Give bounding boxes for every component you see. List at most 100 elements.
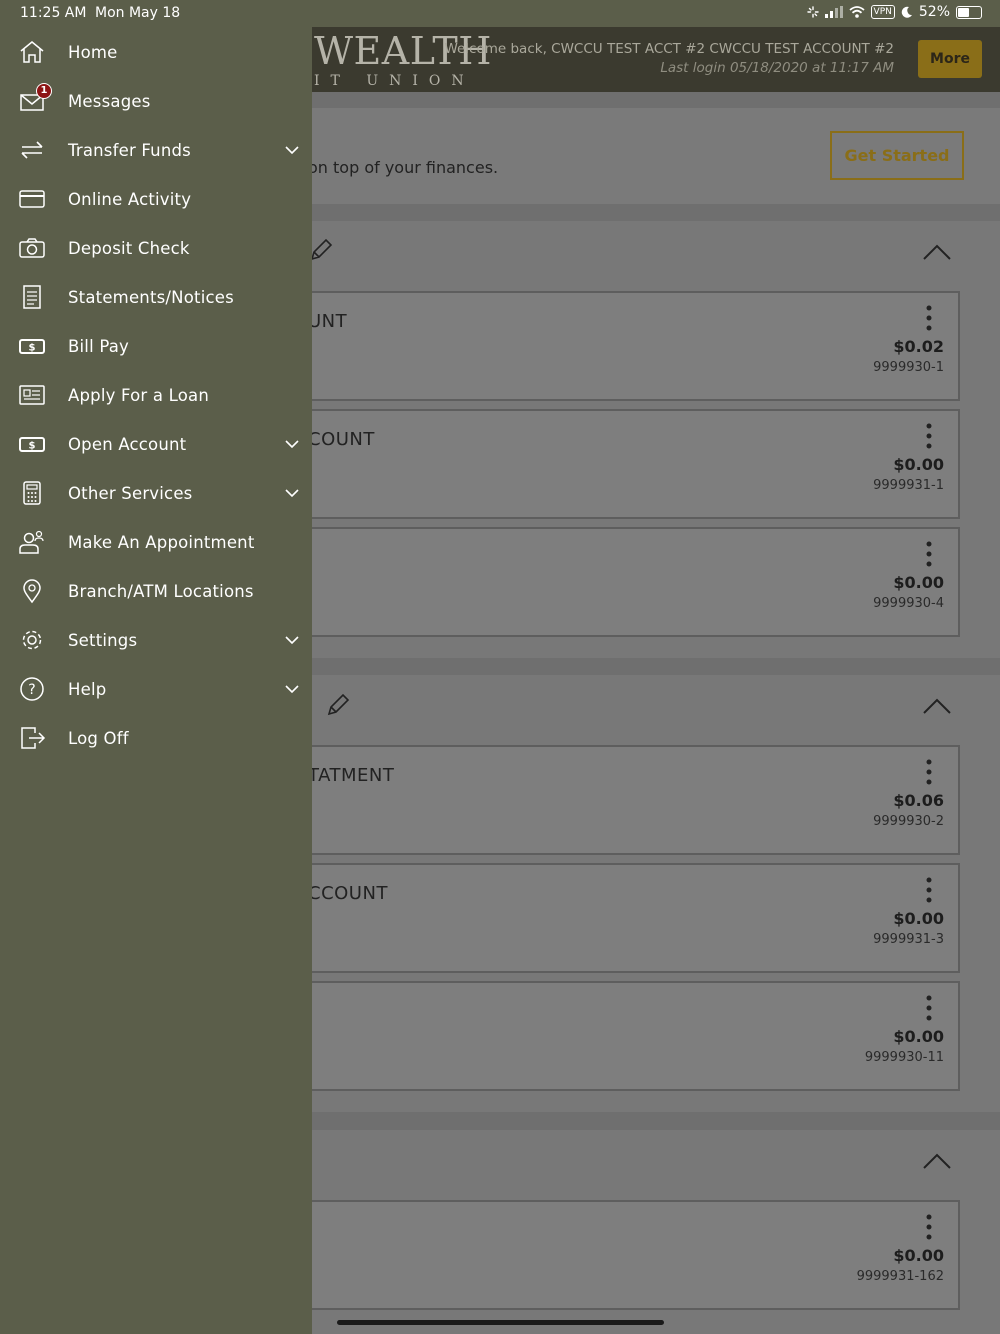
more-button[interactable]: More bbox=[918, 40, 982, 78]
svg-text:$: $ bbox=[29, 441, 36, 452]
account-number: 9999930-2 bbox=[873, 814, 944, 829]
menu-label: Transfer Funds bbox=[68, 141, 191, 160]
account-number: 9999931-162 bbox=[856, 1269, 944, 1284]
menu-item-log-off[interactable]: Log Off bbox=[0, 716, 312, 760]
kebab-menu-icon[interactable] bbox=[926, 541, 932, 567]
menu-item-apply-for-a-loan[interactable]: Apply For a Loan bbox=[0, 373, 312, 417]
menu-label: Online Activity bbox=[68, 190, 192, 209]
chevron-up-icon[interactable] bbox=[922, 697, 952, 715]
menu-label: Help bbox=[68, 680, 107, 699]
account-balance: $0.00 bbox=[893, 909, 944, 928]
menu-item-deposit-check[interactable]: Deposit Check bbox=[0, 226, 312, 270]
account-number: 9999931-1 bbox=[873, 478, 944, 493]
kebab-menu-icon[interactable] bbox=[926, 877, 932, 903]
status-icons: VPN 52% bbox=[806, 4, 982, 20]
last-login-text: Last login 05/18/2020 at 11:17 AM bbox=[660, 60, 894, 76]
document-icon bbox=[23, 285, 41, 309]
vpn-badge: VPN bbox=[870, 5, 895, 19]
menu-item-messages[interactable]: 1 Messages bbox=[0, 79, 312, 123]
account-balance: $0.00 bbox=[893, 455, 944, 474]
chevron-down-icon bbox=[285, 489, 299, 498]
chevron-down-icon bbox=[285, 146, 299, 155]
home-indicator[interactable] bbox=[337, 1320, 664, 1325]
account-name: UNT bbox=[308, 311, 348, 332]
account-name: CCOUNT bbox=[308, 883, 388, 904]
battery-icon bbox=[956, 5, 982, 19]
menu-label: Statements/Notices bbox=[68, 288, 234, 307]
kebab-menu-icon[interactable] bbox=[926, 305, 932, 331]
menu-label: Apply For a Loan bbox=[68, 386, 209, 405]
loading-spinner-icon bbox=[806, 6, 819, 18]
menu-label: Log Off bbox=[68, 729, 129, 748]
menu-item-make-an-appointment[interactable]: Make An Appointment bbox=[0, 520, 312, 564]
calculator-icon bbox=[23, 481, 41, 505]
kebab-menu-icon[interactable] bbox=[926, 1214, 932, 1240]
account-number: 9999930-11 bbox=[864, 1050, 944, 1065]
account-balance: $0.00 bbox=[893, 573, 944, 592]
chevron-down-icon bbox=[285, 636, 299, 645]
menu-label: Make An Appointment bbox=[68, 533, 255, 552]
account-number: 9999930-1 bbox=[873, 360, 944, 375]
transfer-arrows-icon bbox=[21, 141, 43, 159]
menu-label: Open Account bbox=[68, 435, 187, 454]
menu-label: Branch/ATM Locations bbox=[68, 582, 254, 601]
gear-icon bbox=[22, 630, 42, 650]
menu-item-help[interactable]: ? Help bbox=[0, 667, 312, 711]
chevron-up-icon[interactable] bbox=[922, 1152, 952, 1170]
banner-text: on top of your finances. bbox=[308, 158, 499, 177]
pencil-icon[interactable] bbox=[325, 692, 351, 718]
svg-text:?: ? bbox=[28, 682, 35, 698]
wifi-icon bbox=[848, 6, 865, 18]
svg-text:$: $ bbox=[29, 343, 36, 354]
kebab-menu-icon[interactable] bbox=[926, 759, 932, 785]
newspaper-icon bbox=[19, 385, 45, 405]
question-circle-icon: ? bbox=[20, 677, 44, 701]
menu-item-home[interactable]: Home bbox=[0, 30, 312, 74]
camera-icon bbox=[19, 238, 45, 258]
kebab-menu-icon[interactable] bbox=[926, 995, 932, 1021]
account-number: 9999930-4 bbox=[873, 596, 944, 611]
chevron-up-icon[interactable] bbox=[922, 243, 952, 261]
kebab-menu-icon[interactable] bbox=[926, 423, 932, 449]
menu-label: Messages bbox=[68, 92, 151, 111]
welcome-text: Welcome back, CWCCU TEST ACCT #2 CWCCU T… bbox=[444, 41, 894, 57]
chevron-down-icon bbox=[285, 685, 299, 694]
menu-item-branch-atm-locations[interactable]: Branch/ATM Locations bbox=[0, 569, 312, 613]
menu-item-other-services[interactable]: Other Services bbox=[0, 471, 312, 515]
account-number: 9999931-3 bbox=[873, 932, 944, 947]
menu-item-online-activity[interactable]: Online Activity bbox=[0, 177, 312, 221]
menu-label: Settings bbox=[68, 631, 138, 650]
dollar-bill-icon: $ bbox=[19, 339, 45, 354]
side-drawer-menu: Home 1 Messages Transfer Funds Online Ac… bbox=[0, 27, 312, 1334]
logout-icon bbox=[21, 727, 46, 749]
account-balance: $0.00 bbox=[893, 1246, 944, 1265]
home-icon bbox=[20, 41, 44, 63]
menu-label: Deposit Check bbox=[68, 239, 190, 258]
account-name: TATMENT bbox=[308, 765, 395, 786]
cellular-signal-icon bbox=[824, 6, 843, 18]
account-balance: $0.02 bbox=[893, 337, 944, 356]
menu-item-transfer-funds[interactable]: Transfer Funds bbox=[0, 128, 312, 172]
dollar-bill-icon: $ bbox=[19, 437, 45, 452]
menu-item-settings[interactable]: Settings bbox=[0, 618, 312, 662]
credit-card-icon bbox=[19, 190, 45, 208]
get-started-button[interactable]: Get Started bbox=[830, 131, 964, 180]
message-count-badge: 1 bbox=[36, 83, 52, 99]
people-icon bbox=[19, 530, 44, 554]
menu-item-bill-pay[interactable]: $ Bill Pay bbox=[0, 324, 312, 368]
welcome-block: Welcome back, CWCCU TEST ACCT #2 CWCCU T… bbox=[444, 41, 894, 76]
account-balance: $0.06 bbox=[893, 791, 944, 810]
battery-percent: 52% bbox=[918, 4, 950, 20]
chevron-down-icon bbox=[285, 440, 299, 449]
account-name: COUNT bbox=[308, 429, 375, 450]
account-balance: $0.00 bbox=[893, 1027, 944, 1046]
menu-label: Bill Pay bbox=[68, 337, 130, 356]
status-date: Mon May 18 bbox=[95, 5, 181, 21]
status-time: 11:25 AM bbox=[20, 5, 87, 21]
moon-icon bbox=[901, 6, 912, 18]
map-pin-icon bbox=[23, 579, 41, 604]
menu-label: Home bbox=[68, 43, 118, 62]
menu-label: Other Services bbox=[68, 484, 193, 503]
menu-item-statements-notices[interactable]: Statements/Notices bbox=[0, 275, 312, 319]
menu-item-open-account[interactable]: $ Open Account bbox=[0, 422, 312, 466]
